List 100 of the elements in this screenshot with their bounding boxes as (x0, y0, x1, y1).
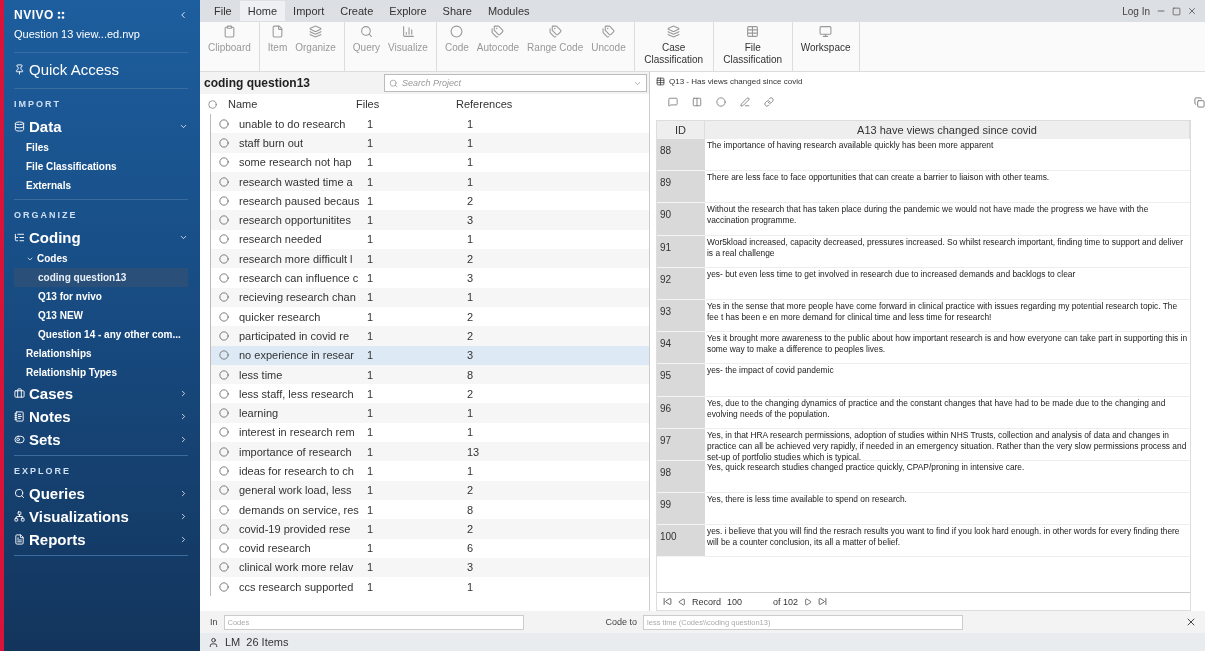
document-tab[interactable]: Q13 - Has views changed since covid (669, 76, 803, 86)
select-all-icon[interactable] (208, 99, 217, 109)
files-count: 1 (367, 445, 375, 458)
code-row[interactable]: learning 1 1 (210, 403, 649, 423)
files-count: 1 (367, 233, 375, 246)
menu-tab[interactable]: File (206, 1, 240, 21)
menu-tab[interactable]: Home (239, 1, 286, 21)
code-name: importance of research (239, 445, 353, 458)
chevron-icon[interactable] (179, 512, 188, 521)
chevron-icon[interactable] (179, 389, 188, 398)
menu-tab[interactable]: Import (285, 1, 333, 21)
response-cell: yes. i believe that you will find the resrach results you want to find if you look hard enough. in other words for every finding there will be a counter conclusion, its all a matter of belief. (705, 525, 1190, 558)
record-field[interactable]: 100 (727, 596, 767, 607)
code-row[interactable]: no experience in resear 1 3 (210, 345, 649, 365)
previous-record-icon[interactable] (678, 597, 686, 606)
code-name: some research not hap (239, 156, 353, 169)
dots-icon (56, 10, 67, 20)
code-row[interactable]: research wasted time a 1 1 (210, 171, 649, 192)
files-count: 1 (367, 291, 375, 304)
user-icon (208, 636, 219, 648)
table-icon (656, 76, 665, 86)
chevron-icon[interactable] (179, 489, 188, 498)
menu-tab[interactable]: Explore (381, 1, 435, 21)
references-count: 1 (467, 156, 475, 169)
response-cell: Yes it brought more awareness to the public about how important research is and how everyone can take part in supporting this in some way to make a difference to peoples lives. (705, 332, 1190, 365)
references-count: 2 (467, 329, 475, 342)
references-count: 1 (467, 136, 475, 149)
nav-group[interactable]: Notes (29, 408, 175, 425)
code-row[interactable]: importance of research 1 13 (210, 442, 649, 462)
sidebar-item[interactable]: Files (14, 138, 188, 157)
files-count: 1 (367, 407, 375, 420)
code-row[interactable]: covid-19 provided rese 1 2 (210, 519, 649, 539)
nav-group[interactable]: Data (29, 118, 175, 135)
chevron-icon[interactable] (179, 122, 188, 131)
code-icon[interactable] (716, 97, 726, 107)
window-icon[interactable] (1194, 96, 1205, 108)
column-header[interactable]: Files (356, 98, 456, 110)
columns-icon[interactable] (692, 97, 702, 107)
nav-group[interactable]: Sets (29, 431, 175, 448)
code-icon (219, 369, 229, 380)
id-cell: 94 (657, 332, 705, 365)
close-icon[interactable] (1185, 616, 1197, 628)
column-header[interactable]: References (456, 98, 649, 110)
sidebar-item[interactable]: Relationships (14, 344, 188, 363)
sidebar-item[interactable]: Question 14 - any other com... (14, 325, 188, 344)
files-count: 1 (367, 136, 375, 149)
code-row[interactable]: participated in covid re 1 2 (210, 326, 649, 346)
code-name: research more difficult l (239, 252, 354, 265)
references-count: 13 (467, 445, 481, 458)
ribbon-icon (819, 25, 833, 38)
sidebar-item[interactable]: Relationship Types (14, 363, 188, 382)
code-name: research wasted time a (239, 175, 354, 188)
code-icon (219, 562, 229, 573)
ribbon-button[interactable]: File Classification (717, 22, 788, 71)
comment-icon[interactable] (668, 97, 678, 107)
nav-group[interactable]: Queries (29, 485, 175, 502)
chevron-icon[interactable] (179, 535, 188, 544)
sidebar-item[interactable]: Externals (14, 176, 188, 195)
files-count: 1 (367, 349, 375, 362)
sidebar-item[interactable]: coding question13 (14, 268, 188, 287)
chevron-icon[interactable] (179, 435, 188, 444)
link-icon[interactable] (764, 97, 774, 107)
pen-icon[interactable] (740, 97, 750, 107)
column-header: A13 have views changed since covid (705, 121, 1190, 139)
nav-group[interactable]: Coding (29, 229, 175, 246)
next-record-icon[interactable] (804, 597, 813, 606)
quick-access[interactable]: Quick Access (14, 52, 188, 89)
code-row[interactable]: research more difficult l 1 2 (210, 249, 649, 269)
sidebar-item[interactable]: File Classifications (14, 157, 188, 176)
menu-tab[interactable]: Create (332, 1, 382, 21)
code-icon (219, 118, 229, 129)
close-icon[interactable] (1187, 6, 1197, 16)
code-row[interactable]: clinical work more relav 1 3 (210, 557, 649, 578)
code-name: research needed (239, 233, 323, 246)
nav-group[interactable]: Reports (29, 531, 175, 548)
collapse-icon[interactable] (178, 10, 188, 20)
code-row[interactable]: less time 1 8 (210, 364, 649, 385)
code-row[interactable]: recieving research chan 1 1 (210, 287, 649, 307)
ribbon-button[interactable]: Case Classification (638, 22, 709, 71)
last-record-icon[interactable] (818, 597, 828, 606)
sidebar-item[interactable]: Q13 NEW (14, 306, 188, 325)
menu-tab[interactable]: Modules (479, 1, 538, 21)
group-icon (14, 121, 25, 132)
ribbon-button[interactable]: Workspace (796, 22, 855, 71)
nav-group[interactable]: Cases (29, 385, 175, 402)
column-header[interactable]: Name (228, 98, 356, 110)
nav-group[interactable]: Visualizations (29, 508, 175, 525)
code-row[interactable]: staff burn out 1 1 (210, 133, 649, 153)
chevron-icon[interactable] (179, 412, 188, 421)
first-record-icon[interactable] (663, 597, 672, 606)
sidebar-item[interactable]: Q13 for nvivo (14, 287, 188, 306)
code-row[interactable]: research opportunitites 1 3 (210, 210, 649, 230)
group-icon (14, 232, 25, 243)
code-row[interactable]: general work load, less 1 2 (210, 480, 649, 500)
chevron-icon[interactable] (179, 233, 188, 242)
restore-icon[interactable] (1172, 6, 1181, 16)
code-to-label: Code to (605, 617, 638, 627)
login-link[interactable]: Log In (1122, 5, 1150, 17)
sidebar-item[interactable]: Codes (14, 249, 188, 268)
menu-tab[interactable]: Share (434, 1, 480, 21)
